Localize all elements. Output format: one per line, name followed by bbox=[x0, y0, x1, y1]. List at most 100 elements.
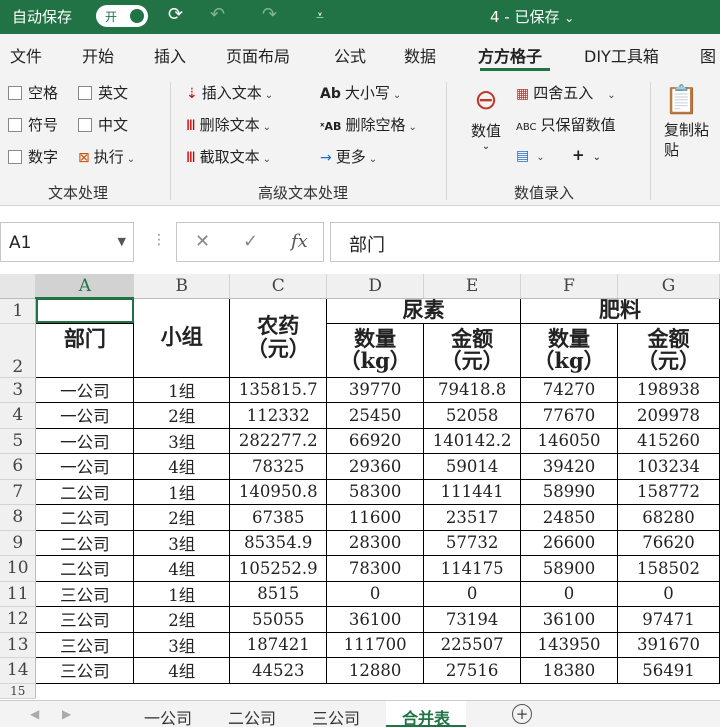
tab-more[interactable]: 图 bbox=[700, 43, 716, 67]
row-header[interactable]: 10 bbox=[0, 555, 37, 582]
formula-input[interactable]: 部门 bbox=[330, 222, 720, 262]
tab-fangfang[interactable]: 方方格子 bbox=[478, 43, 542, 67]
customize-toolbar-icon[interactable]: ⩡ bbox=[316, 8, 324, 24]
header-urea-qty[interactable]: 数量 （kg） bbox=[326, 322, 425, 378]
cell-fert-qty[interactable]: 18380 bbox=[520, 657, 619, 684]
cell-dept[interactable]: 一公司 bbox=[35, 427, 135, 454]
execute-button[interactable]: ⊠ 执行 ⌄ bbox=[78, 146, 135, 167]
column-header-c[interactable]: C bbox=[229, 274, 328, 299]
cell-pesticide[interactable]: 140950.8 bbox=[229, 478, 328, 505]
cell-urea-qty[interactable]: 36100 bbox=[326, 606, 425, 633]
row-header[interactable]: 4 bbox=[0, 402, 37, 429]
cell-group[interactable]: 4组 bbox=[133, 555, 231, 582]
copy-paste-button[interactable]: 📋 复制粘贴 bbox=[664, 80, 720, 160]
cell-fert-amt[interactable]: 97471 bbox=[617, 606, 720, 633]
header-urea[interactable]: 尿素 bbox=[326, 297, 522, 324]
select-all-corner[interactable] bbox=[0, 274, 37, 299]
cell-fert-amt[interactable]: 158772 bbox=[617, 478, 720, 505]
delete-space-button[interactable]: ˣAB 删除空格 ⌄ bbox=[320, 114, 417, 135]
cell-urea-amt[interactable]: 27516 bbox=[423, 657, 522, 684]
sheet-tab-2[interactable]: 二公司 bbox=[228, 705, 276, 727]
cell-fert-qty[interactable]: 0 bbox=[520, 580, 619, 607]
case-button[interactable]: Ab 大小写 ⌄ bbox=[320, 82, 401, 103]
redo-icon[interactable]: ↷ bbox=[262, 4, 277, 25]
document-title[interactable]: 4 - 已保存 ⌄ bbox=[490, 6, 574, 27]
cell-dept[interactable]: 三公司 bbox=[35, 580, 135, 607]
add-sheet-icon[interactable]: + bbox=[512, 704, 532, 724]
cell-urea-amt[interactable]: 52058 bbox=[423, 402, 522, 429]
cell-dept[interactable]: 三公司 bbox=[35, 657, 135, 684]
cell-urea-qty[interactable]: 28300 bbox=[326, 529, 425, 556]
cell-fert-qty[interactable]: 146050 bbox=[520, 427, 619, 454]
cell-pesticide[interactable]: 55055 bbox=[229, 606, 328, 633]
cell-fert-amt[interactable]: 68280 bbox=[617, 504, 720, 531]
cell-urea-qty[interactable]: 29360 bbox=[326, 453, 425, 480]
insert-function-icon[interactable]: fx bbox=[291, 231, 308, 252]
cell-fert-amt[interactable]: 391670 bbox=[617, 631, 720, 658]
checkbox-english[interactable]: 英文 bbox=[78, 82, 128, 103]
row-header[interactable]: 7 bbox=[0, 479, 37, 505]
sheet-prev-icon[interactable]: ◀ bbox=[30, 707, 39, 721]
cell-fert-qty[interactable]: 58990 bbox=[520, 478, 619, 505]
cell-group[interactable]: 1组 bbox=[133, 478, 231, 505]
cell-group[interactable]: 4组 bbox=[133, 657, 231, 684]
checkbox-chinese[interactable]: 中文 bbox=[78, 114, 128, 135]
save-icon[interactable]: ⟳ bbox=[168, 4, 183, 25]
insert-text-button[interactable]: ⇣ 插入文本 ⌄ bbox=[186, 82, 273, 103]
cell-group[interactable]: 1组 bbox=[133, 580, 231, 607]
cell-fert-qty[interactable]: 77670 bbox=[520, 402, 619, 429]
row-header[interactable]: 5 bbox=[0, 428, 37, 454]
cell-group[interactable]: 2组 bbox=[133, 402, 231, 429]
column-header-b[interactable]: B bbox=[133, 274, 231, 299]
enter-icon[interactable]: ✓ bbox=[243, 231, 258, 252]
cell-group[interactable]: 1组 bbox=[133, 376, 231, 403]
tab-diy-toolbox[interactable]: DIY工具箱 bbox=[584, 43, 659, 67]
cell-dept[interactable]: 一公司 bbox=[35, 453, 135, 480]
cell-urea-qty[interactable]: 66920 bbox=[326, 427, 425, 454]
cell-dept[interactable]: 一公司 bbox=[35, 402, 135, 429]
checkbox-symbol[interactable]: 符号 bbox=[8, 114, 58, 135]
cell-urea-qty[interactable]: 78300 bbox=[326, 555, 425, 582]
cell-fert-amt[interactable]: 56491 bbox=[617, 657, 720, 684]
cell-urea-amt[interactable]: 57732 bbox=[423, 529, 522, 556]
row-header[interactable]: 8 bbox=[0, 504, 37, 531]
cell-pesticide[interactable]: 187421 bbox=[229, 631, 328, 658]
row-header[interactable]: 3 bbox=[0, 377, 37, 403]
cell-pesticide[interactable]: 282277.2 bbox=[229, 427, 328, 454]
cell-urea-qty[interactable]: 11600 bbox=[326, 504, 425, 531]
header-fertilizer[interactable]: 肥料 bbox=[520, 297, 720, 324]
value-button[interactable]: ⊖ 数值 ⌄ bbox=[466, 80, 506, 176]
cell-fert-amt[interactable]: 209978 bbox=[617, 402, 720, 429]
sheet-tab-1[interactable]: 一公司 bbox=[144, 705, 192, 727]
cell-group[interactable]: 3组 bbox=[133, 427, 231, 454]
column-header-d[interactable]: D bbox=[326, 274, 425, 299]
tab-data[interactable]: 数据 bbox=[404, 43, 436, 67]
cell-fert-qty[interactable]: 143950 bbox=[520, 631, 619, 658]
cell-fert-qty[interactable]: 24850 bbox=[520, 504, 619, 531]
cell-fert-qty[interactable]: 26600 bbox=[520, 529, 619, 556]
column-header-g[interactable]: G bbox=[617, 274, 720, 299]
row-header[interactable]: 11 bbox=[0, 581, 37, 607]
cell-urea-qty[interactable]: 0 bbox=[326, 580, 425, 607]
checkbox-space[interactable]: 空格 bbox=[8, 82, 58, 103]
header-group[interactable]: 小组 bbox=[133, 297, 231, 378]
cell-pesticide[interactable]: 8515 bbox=[229, 580, 328, 607]
cell-urea-amt[interactable]: 79418.8 bbox=[423, 376, 522, 403]
cell-group[interactable]: 3组 bbox=[133, 631, 231, 658]
formula-bar-grip-icon[interactable]: ⋮ bbox=[152, 232, 166, 248]
column-header-f[interactable]: F bbox=[520, 274, 619, 299]
cell-fert-qty[interactable]: 58900 bbox=[520, 555, 619, 582]
delete-text-button[interactable]: Ⅲ 删除文本 ⌄ bbox=[186, 114, 271, 135]
row-header[interactable]: 9 bbox=[0, 530, 37, 556]
header-fert-qty[interactable]: 数量 （kg） bbox=[520, 322, 619, 378]
sheet-tab-3[interactable]: 三公司 bbox=[312, 705, 360, 727]
name-box-dropdown-icon[interactable]: ▼ bbox=[118, 235, 126, 248]
row-header[interactable]: 14 bbox=[0, 657, 37, 684]
cell-dept[interactable]: 二公司 bbox=[35, 478, 135, 505]
row-header-1[interactable]: 1 bbox=[0, 298, 37, 324]
cell-urea-qty[interactable]: 12880 bbox=[326, 657, 425, 684]
cancel-icon[interactable]: ✕ bbox=[195, 231, 210, 252]
sheet-next-icon[interactable]: ▶ bbox=[62, 707, 71, 721]
cell-urea-amt[interactable]: 111441 bbox=[423, 478, 522, 505]
cell-urea-qty[interactable]: 58300 bbox=[326, 478, 425, 505]
